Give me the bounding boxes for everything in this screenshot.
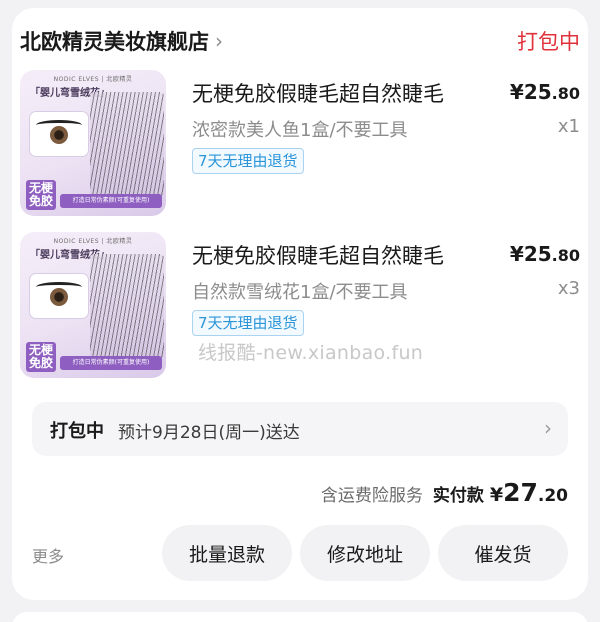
delivery-status-bar[interactable]: 打包中 预计9月28日(周一)送达 ›: [32, 402, 568, 456]
product-image[interactable]: NODIC ELVES | 北欧精灵 「婴儿弯雪绒花」 无梗免胶 打造日常伪素颜…: [20, 70, 166, 216]
price-dec: .80: [551, 84, 580, 103]
product-image-tag: 无梗免胶: [26, 180, 56, 210]
watermark: 线报酷-new.xianbao.fun: [198, 342, 424, 364]
return-policy-tag: 7天无理由退货: [192, 310, 304, 336]
chevron-right-icon: ›: [544, 416, 552, 440]
product-image-banner: 打造日常伪素颜(可重复使用): [60, 356, 162, 370]
next-order-card: [12, 612, 588, 622]
shop-link[interactable]: 北欧精灵美妆旗舰店 ›: [20, 26, 223, 56]
product-image-brand: NODIC ELVES | 北欧精灵: [53, 76, 133, 83]
chevron-right-icon: ›: [215, 29, 223, 53]
amount-int: 27: [503, 478, 538, 507]
order-item[interactable]: NODIC ELVES | 北欧精灵 「婴儿弯雪绒花」 无梗免胶 打造日常伪素颜…: [20, 70, 580, 216]
product-image-banner: 打造日常伪素颜(可重复使用): [60, 194, 162, 208]
product-title[interactable]: 无梗免胶假睫毛超自然睫毛: [192, 78, 480, 108]
order-total: 含运费险服务 实付款 ¥27.20: [321, 478, 568, 507]
urge-shipping-button[interactable]: 催发货: [438, 525, 568, 581]
amount-dec: .20: [537, 486, 568, 506]
shop-header: 北欧精灵美妆旗舰店 › 打包中: [20, 24, 580, 58]
product-price: ¥25.80: [510, 80, 580, 104]
eye-graphic: [30, 112, 88, 156]
change-address-button[interactable]: 修改地址: [300, 525, 430, 581]
delivery-eta: 预计9月28日(周一)送达: [118, 423, 300, 443]
shop-name: 北欧精灵美妆旗舰店: [20, 30, 209, 54]
price-dec: .80: [551, 246, 580, 265]
delivery-status: 打包中: [50, 421, 104, 442]
price-int: ¥25: [509, 242, 552, 266]
shipping-insurance-label[interactable]: 含运费险服务: [321, 481, 423, 506]
product-image[interactable]: NODIC ELVES | 北欧精灵 「婴儿弯雪绒花」 无梗免胶 打造日常伪素颜…: [20, 232, 166, 378]
return-policy-tag: 7天无理由退货: [192, 148, 304, 174]
product-variant: 浓密款美人鱼1盒/不要工具: [192, 120, 408, 141]
more-button[interactable]: 更多: [32, 543, 64, 567]
product-variant: 自然款雪绒花1盒/不要工具: [192, 282, 408, 303]
lash-tray-graphic: [90, 254, 164, 358]
product-qty: x1: [557, 116, 580, 137]
product-qty: x3: [557, 278, 580, 299]
batch-refund-button[interactable]: 批量退款: [162, 525, 292, 581]
order-status: 打包中: [517, 30, 580, 54]
total-amount: ¥27.20: [490, 478, 568, 507]
product-image-tag: 无梗免胶: [26, 342, 56, 372]
product-image-brand: NODIC ELVES | 北欧精灵: [53, 238, 133, 245]
product-price: ¥25.80: [510, 242, 580, 266]
paid-label: 实付款: [432, 486, 484, 506]
product-title[interactable]: 无梗免胶假睫毛超自然睫毛: [192, 240, 480, 270]
price-int: ¥25: [509, 80, 552, 104]
eye-graphic: [30, 274, 88, 318]
lash-tray-graphic: [90, 92, 164, 196]
currency-symbol: ¥: [489, 484, 504, 506]
